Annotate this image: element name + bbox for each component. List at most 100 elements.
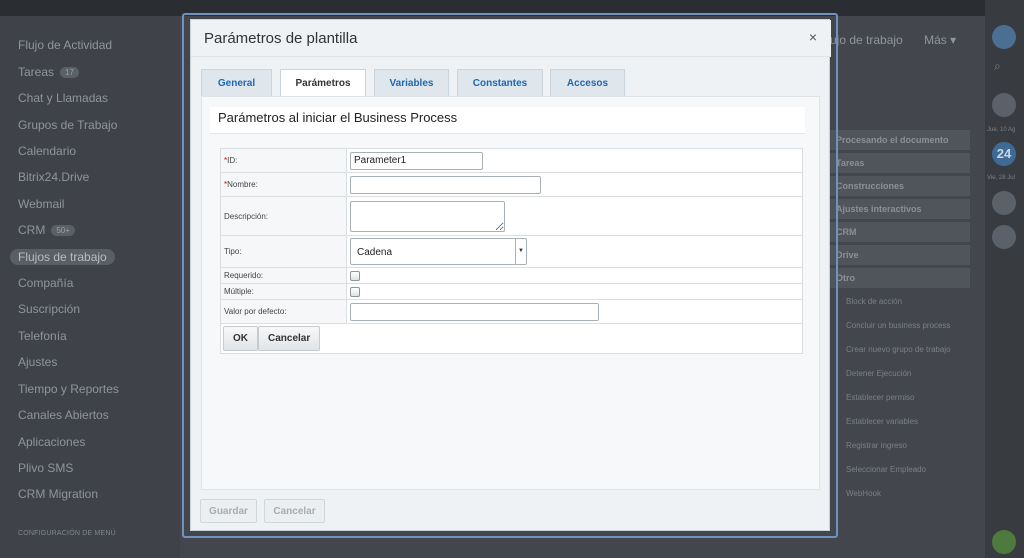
sidebar-item-label: Ajustes bbox=[18, 355, 58, 369]
sidebar-item-label: Flujo de Actividad bbox=[18, 38, 113, 52]
palette-group[interactable]: Procesando el documento bbox=[830, 130, 970, 150]
type-select-value: Cadena bbox=[357, 247, 393, 258]
multiple-label: Múltiple: bbox=[220, 283, 347, 300]
avatar[interactable] bbox=[992, 93, 1016, 117]
sidebar-item-count: 17 bbox=[60, 67, 79, 79]
sidebar-item[interactable]: Flujos de trabajo bbox=[10, 249, 115, 265]
avatar[interactable] bbox=[992, 191, 1016, 215]
id-label: *ID: bbox=[220, 148, 347, 173]
sidebar-item[interactable]: Aplicaciones bbox=[18, 435, 85, 449]
palette-group[interactable]: Construcciones bbox=[830, 176, 970, 196]
sidebar-item-label: Aplicaciones bbox=[18, 435, 86, 449]
notifications-icon[interactable] bbox=[992, 25, 1016, 49]
sidebar-item-label: Compañía bbox=[18, 276, 74, 290]
sidebar-item-label: Canales Abiertos bbox=[18, 408, 109, 422]
sidebar-item[interactable]: CRM 50+ bbox=[18, 223, 75, 237]
section-title: Parámetros al iniciar el Business Proces… bbox=[218, 110, 458, 125]
palette-group[interactable]: CRM bbox=[830, 222, 970, 242]
palette-action[interactable]: Block de acción bbox=[830, 291, 970, 315]
parameter-form: *ID: *Nombre: Descripción: Tipo: Cadena … bbox=[220, 148, 803, 354]
section-header: Parámetros al iniciar el Business Proces… bbox=[210, 107, 805, 134]
top-nav: ujo de trabajo Más ▾ bbox=[830, 33, 974, 47]
menu-config-label[interactable]: CONFIGURACIÓN DE MENÚ bbox=[18, 530, 116, 537]
save-button[interactable]: Guardar bbox=[200, 499, 257, 523]
palette-action[interactable]: Concluir un business process bbox=[830, 315, 970, 339]
sidebar-item-label: Calendario bbox=[18, 144, 77, 158]
description-textarea[interactable] bbox=[350, 200, 505, 232]
close-icon[interactable]: × bbox=[809, 29, 817, 45]
sidebar-item-label: Webmail bbox=[18, 197, 65, 211]
top-nav-workflows[interactable]: ujo de trabajo bbox=[830, 33, 903, 47]
sidebar-item[interactable]: Canales Abiertos bbox=[18, 408, 109, 422]
sidebar-item-count: 50+ bbox=[51, 225, 75, 237]
phone-icon[interactable] bbox=[992, 530, 1016, 554]
required-label: Requerido: bbox=[220, 267, 347, 284]
sidebar-item[interactable]: Flujo de Actividad bbox=[18, 38, 112, 52]
tab-parametros[interactable]: Parámetros bbox=[280, 69, 366, 97]
default-value-label: Valor por defecto: bbox=[220, 299, 347, 324]
sidebar-item[interactable]: Bitrix24.Drive bbox=[18, 170, 89, 184]
ok-button[interactable]: OK bbox=[223, 326, 258, 351]
sidebar-item[interactable]: Telefonía bbox=[18, 329, 67, 343]
default-value-input[interactable] bbox=[350, 302, 599, 321]
template-parameters-dialog: Parámetros de plantilla × General Paráme… bbox=[190, 19, 831, 531]
sidebar-item[interactable]: Calendario bbox=[18, 144, 76, 158]
sidebar-item-label: CRM bbox=[18, 223, 46, 237]
avatar[interactable] bbox=[992, 225, 1016, 249]
palette-action[interactable]: WebHook bbox=[830, 483, 970, 507]
tab-general[interactable]: General bbox=[201, 69, 272, 96]
palette-action[interactable]: Seleccionar Empleado bbox=[830, 459, 970, 483]
multiple-checkbox[interactable] bbox=[350, 286, 360, 297]
required-checkbox[interactable] bbox=[350, 270, 360, 281]
name-label: *Nombre: bbox=[220, 172, 347, 197]
tab-variables[interactable]: Variables bbox=[374, 69, 449, 96]
sidebar-item[interactable]: Chat y Llamadas bbox=[18, 91, 108, 105]
sidebar-item[interactable]: Grupos de Trabajo bbox=[18, 118, 117, 132]
top-nav-more[interactable]: Más ▾ bbox=[924, 33, 956, 47]
sidebar-item[interactable]: Plivo SMS bbox=[18, 461, 73, 475]
right-rail bbox=[985, 0, 1024, 558]
id-input[interactable] bbox=[350, 151, 483, 170]
palette-action[interactable]: Establecer variables bbox=[830, 411, 970, 435]
rail-date: Vie, 28 Jul bbox=[987, 175, 1015, 181]
sidebar-item[interactable]: CRM Migration bbox=[18, 487, 98, 501]
cancel-button[interactable]: Cancelar bbox=[264, 499, 325, 523]
left-sidebar: CONFIGURACIÓN DE MENÚ Flujo de Actividad… bbox=[0, 16, 180, 558]
rail-date: Jue, 10 Ag bbox=[987, 127, 1016, 133]
sidebar-item[interactable]: Webmail bbox=[18, 197, 64, 211]
sidebar-item-label: Tareas bbox=[18, 65, 55, 79]
sidebar-item-label: Suscripción bbox=[18, 302, 81, 316]
sidebar-item-label: Tiempo y Reportes bbox=[18, 382, 119, 396]
chevron-down-icon: ▼ bbox=[515, 239, 526, 264]
sidebar-item[interactable]: Suscripción bbox=[18, 302, 80, 316]
palette-action[interactable]: Establecer permiso bbox=[830, 387, 970, 411]
sidebar-item-label: Plivo SMS bbox=[18, 461, 74, 475]
palette-group[interactable]: Ajustes interactivos bbox=[830, 199, 970, 219]
palette-group[interactable]: Tareas bbox=[830, 153, 970, 173]
type-select[interactable]: Cadena ▼ bbox=[350, 238, 527, 265]
dialog-header: Parámetros de plantilla × bbox=[191, 20, 831, 57]
sidebar-item[interactable]: Tareas 17 bbox=[18, 65, 79, 79]
tab-constantes[interactable]: Constantes bbox=[457, 69, 543, 96]
palette-action[interactable]: Crear nuevo grupo de trabajo bbox=[830, 339, 970, 363]
palette-action[interactable]: Detener Ejecución bbox=[830, 363, 970, 387]
activity-palette: Procesando el documento Tareas Construcc… bbox=[830, 130, 970, 507]
palette-group[interactable]: Drive bbox=[830, 245, 970, 265]
palette-group[interactable]: Otro bbox=[830, 268, 970, 288]
cancel-parameter-button[interactable]: Cancelar bbox=[258, 326, 321, 351]
sidebar-item-label: Bitrix24.Drive bbox=[18, 170, 90, 184]
sidebar-item-label: Grupos de Trabajo bbox=[18, 118, 118, 132]
palette-action[interactable]: Registrar ingreso bbox=[830, 435, 970, 459]
tab-accesos[interactable]: Accesos bbox=[550, 69, 625, 96]
name-input[interactable] bbox=[350, 175, 541, 194]
calendar-day-icon[interactable]: 24 bbox=[992, 142, 1016, 166]
sidebar-item[interactable]: Tiempo y Reportes bbox=[18, 382, 119, 396]
sidebar-item[interactable]: Compañía bbox=[18, 276, 73, 290]
sidebar-item-label: Telefonía bbox=[18, 329, 67, 343]
sidebar-item[interactable]: Ajustes bbox=[18, 355, 57, 369]
sidebar-item-label: Flujos de trabajo bbox=[18, 250, 107, 264]
dialog-title: Parámetros de plantilla bbox=[204, 30, 358, 47]
search-icon[interactable]: ⌕ bbox=[994, 59, 1014, 79]
sidebar-item-label: CRM Migration bbox=[18, 487, 99, 501]
sidebar-item-label: Chat y Llamadas bbox=[18, 91, 109, 105]
